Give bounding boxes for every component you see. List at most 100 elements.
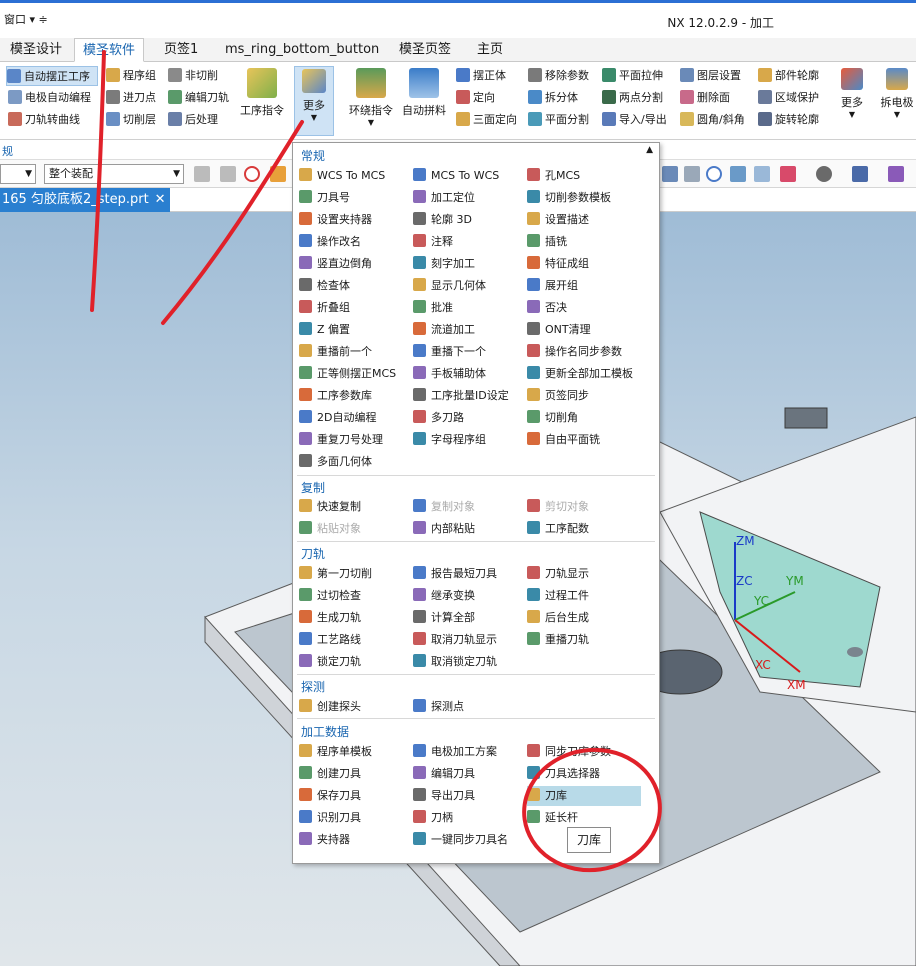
refresh-icon[interactable]	[706, 166, 722, 182]
menu-item[interactable]: 检查体	[299, 276, 350, 296]
menu-item[interactable]: 否决	[527, 298, 567, 318]
more-button[interactable]: 更多 ▼	[294, 66, 334, 136]
auto-align-operation-button[interactable]: 自动摆正工序	[6, 66, 98, 86]
menu-item[interactable]: 刀轨显示	[527, 564, 589, 584]
menu-item[interactable]: 创建探头	[299, 697, 361, 717]
tab-home[interactable]: 主页	[469, 38, 511, 62]
menu-item[interactable]: 创建刀具	[299, 764, 361, 784]
menu-item[interactable]: 设置描述	[527, 210, 589, 230]
menu-item[interactable]: 竖直边倒角	[299, 254, 372, 274]
menu-item[interactable]: 重播下一个	[413, 342, 486, 362]
menu-item[interactable]: 过切检查	[299, 586, 361, 606]
shading-icon[interactable]	[816, 166, 832, 182]
menu-item[interactable]: 程序单模板	[299, 742, 372, 762]
menu-item[interactable]: 孔MCS	[527, 166, 580, 186]
menu-item[interactable]: 同步刀库参数	[527, 742, 611, 762]
entry-point-button[interactable]: 进刀点	[106, 88, 156, 108]
align-body-button[interactable]: 摆正体	[456, 66, 506, 86]
menu-item[interactable]: 批准	[413, 298, 453, 318]
menu-item[interactable]: 报告最短刀具	[413, 564, 497, 584]
menu-item[interactable]: 刀库	[527, 786, 641, 806]
close-icon[interactable]: ✕	[155, 192, 166, 207]
menu-item[interactable]: 刀柄	[413, 808, 453, 828]
menu-item[interactable]: 工艺路线	[299, 630, 361, 650]
menu-item[interactable]: 轮廓 3D	[413, 210, 472, 230]
menu-item[interactable]: 刀具选择器	[527, 764, 600, 784]
toolpath-to-curve-button[interactable]: 刀轨转曲线	[8, 110, 80, 130]
menu-item[interactable]: 页签同步	[527, 386, 589, 406]
fillet-chamfer-button[interactable]: 圆角/斜角	[680, 110, 745, 130]
menu-item[interactable]: 刀具号	[299, 188, 350, 208]
filter-dropdown[interactable]: ▼	[0, 164, 36, 184]
tab-mosheng-pages[interactable]: 模圣页签	[391, 38, 459, 62]
menu-item[interactable]: 2D自动编程	[299, 408, 376, 428]
plane-extrude-button[interactable]: 平面拉伸	[602, 66, 663, 86]
menu-item[interactable]: 刻字加工	[413, 254, 475, 274]
area-protect-button[interactable]: 区域保护	[758, 88, 819, 108]
menu-item[interactable]: 操作名同步参数	[527, 342, 622, 362]
menu-item[interactable]: 计算全部	[413, 608, 475, 628]
menu-item[interactable]: 折叠组	[299, 298, 350, 318]
menu-item[interactable]: 设置夹持器	[299, 210, 372, 230]
zoom-icon[interactable]	[754, 166, 770, 182]
menu-item[interactable]: 锁定刀轨	[299, 652, 361, 672]
document-tab[interactable]: 165 匀胶底板2_step.prt ✕	[0, 188, 170, 212]
menu-item[interactable]: 切削参数模板	[527, 188, 611, 208]
menu-item[interactable]: 展开组	[527, 276, 578, 296]
menu-item[interactable]: 取消刀轨显示	[413, 630, 497, 650]
menu-item[interactable]: 更新全部加工模板	[527, 364, 633, 384]
select-icon[interactable]	[194, 166, 210, 182]
menu-item[interactable]: 后台生成	[527, 608, 589, 628]
part-outline-button[interactable]: 部件轮廓	[758, 66, 819, 86]
split-body-button[interactable]: 拆分体	[528, 88, 578, 108]
menu-item[interactable]: Z 偏置	[299, 320, 350, 340]
more-button-2[interactable]: 更多 ▼	[836, 66, 868, 136]
non-cutting-button[interactable]: 非切削	[168, 66, 218, 86]
scroll-up-icon[interactable]: ▲	[646, 145, 653, 155]
menu-item[interactable]: MCS To WCS	[413, 166, 499, 186]
tab-page1[interactable]: 页签1	[156, 38, 206, 62]
menu-item[interactable]: WCS To MCS	[299, 166, 385, 186]
menu-item[interactable]: 工序参数库	[299, 386, 372, 406]
menu-item[interactable]: 电极加工方案	[413, 742, 497, 762]
menu-item[interactable]: 内部粘贴	[413, 519, 475, 539]
orient-view-icon[interactable]	[888, 166, 904, 182]
menu-item[interactable]: 插铣	[527, 232, 567, 252]
grid-icon[interactable]	[780, 166, 796, 182]
cut-layer-button[interactable]: 切削层	[106, 110, 156, 130]
menu-item[interactable]: 加工定位	[413, 188, 475, 208]
split-electrode-button[interactable]: 拆电极 ▼	[878, 66, 916, 136]
menu-item[interactable]: 特征成组	[527, 254, 589, 274]
import-export-button[interactable]: 导入/导出	[602, 110, 667, 130]
menu-item[interactable]: 编辑刀具	[413, 764, 475, 784]
menu-item[interactable]: 保存刀具	[299, 786, 361, 806]
menu-item[interactable]: 多面几何体	[299, 452, 372, 472]
menu-item[interactable]: 快速复制	[299, 497, 361, 517]
menu-item[interactable]: 流道加工	[413, 320, 475, 340]
menu-item[interactable]: 显示几何体	[413, 276, 486, 296]
menu-item[interactable]: 探测点	[413, 697, 464, 717]
menu-item[interactable]: 字母程序组	[413, 430, 486, 450]
menu-item[interactable]: 多刀路	[413, 408, 464, 428]
menu-item[interactable]: 重复刀号处理	[299, 430, 383, 450]
menu-item[interactable]: 识别刀具	[299, 808, 361, 828]
electrode-auto-program-button[interactable]: 电极自动编程	[8, 88, 91, 108]
frame-icon[interactable]	[684, 166, 700, 182]
stop-icon[interactable]	[244, 166, 260, 182]
two-point-split-button[interactable]: 两点分割	[602, 88, 663, 108]
view-icon[interactable]	[662, 166, 678, 182]
menu-item[interactable]: 自由平面铣	[527, 430, 600, 450]
cube-icon[interactable]	[270, 166, 286, 182]
layer-settings-button[interactable]: 图层设置	[680, 66, 741, 86]
menu-item[interactable]: 注释	[413, 232, 453, 252]
menu-item[interactable]: 工序配数	[527, 519, 589, 539]
menu-item[interactable]: 操作改名	[299, 232, 361, 252]
delete-face-button[interactable]: 删除面	[680, 88, 730, 108]
plane-split-button[interactable]: 平面分割	[528, 110, 589, 130]
tab-mosheng-software[interactable]: 模圣软件	[74, 38, 145, 62]
auto-stock-button[interactable]: 自动拼料	[400, 66, 448, 136]
loop-command-button[interactable]: 环绕指令 ▼	[346, 66, 396, 136]
display-icon[interactable]	[852, 166, 868, 182]
orient-button[interactable]: 定向	[456, 88, 495, 108]
menu-item[interactable]: 一键同步刀具名	[413, 830, 508, 850]
